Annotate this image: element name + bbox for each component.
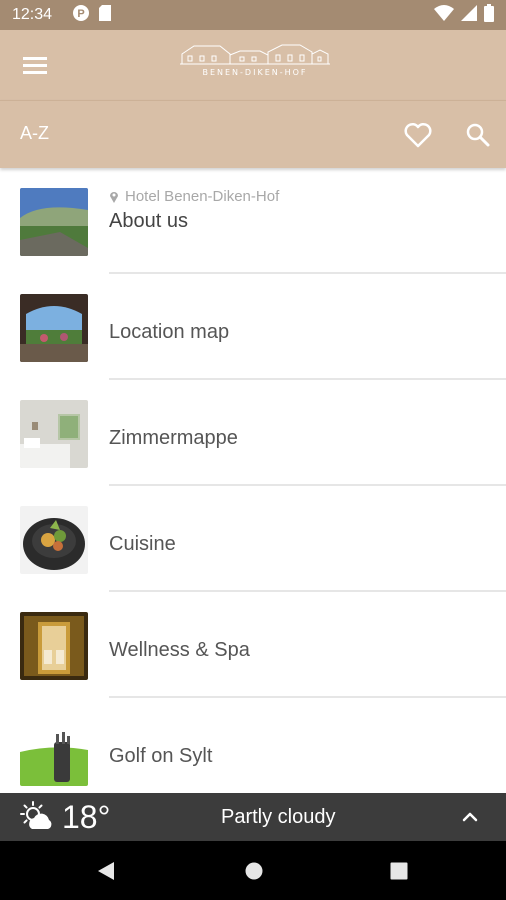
wellness-spa-thumbnail bbox=[20, 612, 88, 680]
home-button[interactable] bbox=[245, 862, 263, 885]
logo-text: BENEN-DIKEN-HOF bbox=[202, 68, 308, 77]
about-us-thumbnail bbox=[20, 188, 88, 256]
home-circle-icon bbox=[245, 862, 263, 880]
svg-text:P: P bbox=[77, 8, 84, 20]
list-item-zimmermappe[interactable]: Zimmermappe bbox=[0, 380, 506, 486]
recent-square-icon bbox=[390, 862, 408, 880]
back-button[interactable] bbox=[96, 861, 116, 886]
notification-app-icon: P bbox=[72, 4, 90, 27]
sd-card-icon bbox=[98, 4, 112, 27]
expand-weather-button[interactable] bbox=[460, 807, 480, 827]
content-list: Hotel Benen-Diken-Hof About us Location … bbox=[0, 168, 506, 793]
list-item-wellness-spa[interactable]: Wellness & Spa bbox=[0, 592, 506, 698]
list-item-about-us[interactable]: Hotel Benen-Diken-Hof About us bbox=[0, 168, 506, 274]
zimmermappe-thumbnail bbox=[20, 400, 88, 468]
recent-apps-button[interactable] bbox=[390, 862, 408, 885]
status-bar: 12:34 P bbox=[0, 0, 506, 30]
signal-icon bbox=[460, 4, 478, 27]
about-us-label: About us bbox=[109, 210, 188, 232]
sub-bar: A-Z bbox=[0, 100, 506, 168]
golf-on-sylt-label: Golf on Sylt bbox=[109, 745, 213, 767]
list-item-location-map[interactable]: Location map bbox=[0, 274, 506, 380]
battery-icon bbox=[484, 3, 494, 27]
hotel-building-logo-icon bbox=[180, 44, 330, 65]
golf-on-sylt-thumbnail bbox=[20, 718, 88, 786]
zimmermappe-label: Zimmermappe bbox=[109, 427, 238, 449]
list-item-golf-on-sylt[interactable]: Golf on Sylt bbox=[0, 698, 506, 793]
heart-icon bbox=[404, 122, 432, 148]
status-time: 12:34 bbox=[12, 6, 53, 23]
favorites-button[interactable] bbox=[402, 119, 434, 151]
weather-bar[interactable]: 18° Partly cloudy bbox=[0, 793, 506, 841]
search-button[interactable] bbox=[462, 119, 494, 151]
cuisine-thumbnail bbox=[20, 506, 88, 574]
search-icon bbox=[466, 123, 490, 147]
temperature: 18° bbox=[62, 799, 111, 835]
list-item-cuisine[interactable]: Cuisine bbox=[0, 486, 506, 592]
hotel-logo: BENEN-DIKEN-HOF bbox=[170, 40, 340, 95]
location-map-label: Location map bbox=[109, 321, 230, 343]
location-sublabel: Hotel Benen-Diken-Hof bbox=[109, 188, 279, 205]
wifi-icon bbox=[434, 4, 454, 27]
chevron-up-icon bbox=[462, 812, 478, 822]
partly-cloudy-icon bbox=[20, 801, 54, 833]
location-pin-icon bbox=[110, 191, 118, 203]
cuisine-label: Cuisine bbox=[109, 533, 176, 555]
back-triangle-icon bbox=[98, 862, 114, 880]
location-map-thumbnail bbox=[20, 294, 88, 362]
menu-button[interactable] bbox=[20, 50, 52, 80]
hamburger-menu-icon bbox=[23, 57, 47, 74]
wellness-spa-label: Wellness & Spa bbox=[109, 639, 250, 661]
app-bar: BENEN-DIKEN-HOF bbox=[0, 30, 506, 100]
about-us-sublabel: Hotel Benen-Diken-Hof bbox=[125, 188, 280, 205]
system-navigation-bar bbox=[0, 841, 506, 900]
weather-condition: Partly cloudy bbox=[221, 806, 336, 828]
sort-title[interactable]: A-Z bbox=[20, 123, 49, 144]
